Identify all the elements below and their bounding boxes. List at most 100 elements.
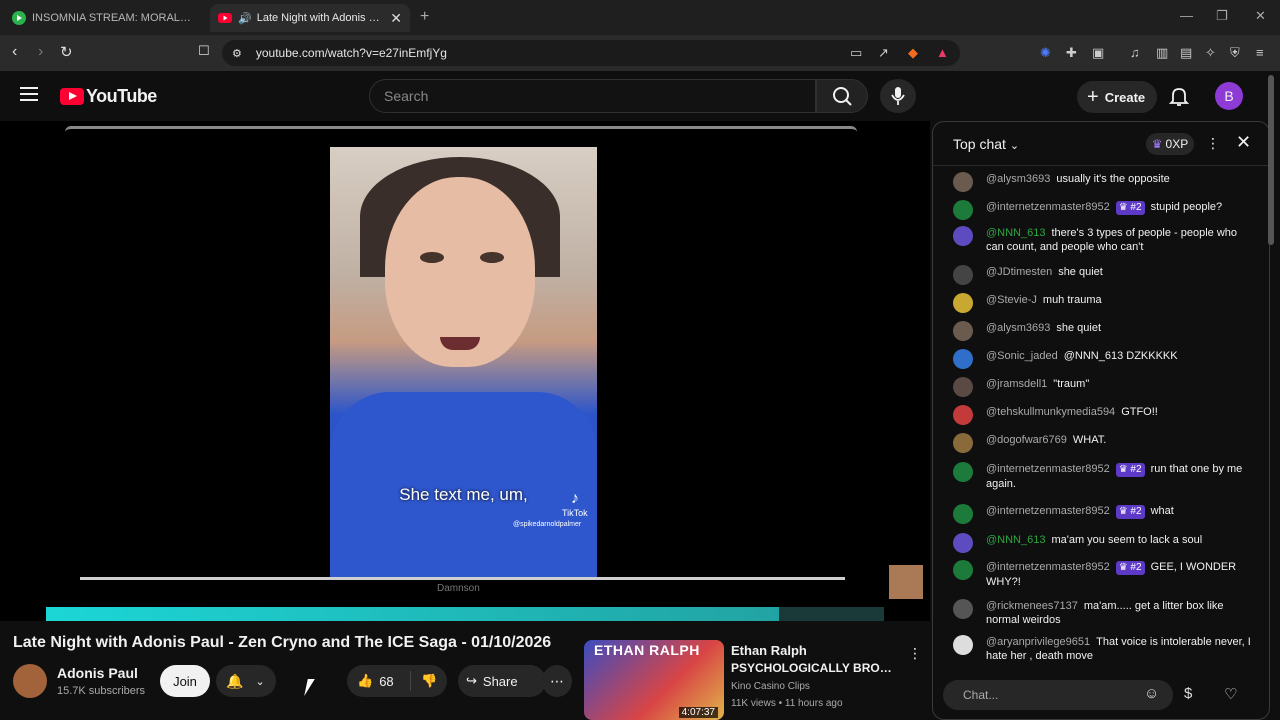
chat-message[interactable]: @NNN_613 there's 3 types of people - peop… bbox=[953, 226, 1253, 254]
chat-message[interactable]: @JDtimesten she quiet bbox=[953, 265, 1253, 285]
chat-author-name[interactable]: @NNN_613 bbox=[986, 534, 1045, 546]
chat-author-name[interactable]: @Sonic_jaded bbox=[986, 350, 1058, 362]
cast-icon[interactable]: ▭ bbox=[850, 45, 862, 61]
chat-author-name[interactable]: @NNN_613 bbox=[986, 227, 1045, 239]
chat-message[interactable]: @internetzenmaster8952 ♛ #2 run that one b… bbox=[953, 462, 1253, 491]
chat-message[interactable]: @jramsdell1 "traum" bbox=[953, 377, 1253, 397]
recommended-more-icon[interactable]: ⋮ bbox=[908, 645, 922, 662]
chat-author-name[interactable]: @internetzenmaster8952 bbox=[986, 463, 1110, 475]
chat-author-name[interactable]: @aryanprivilege9651 bbox=[986, 636, 1090, 648]
chat-author-avatar[interactable] bbox=[953, 377, 973, 397]
chat-author-name[interactable]: @dogofwar6769 bbox=[986, 434, 1067, 446]
chat-message[interactable]: @NNN_613 ma'am you seem to lack a soul bbox=[953, 533, 1253, 553]
chat-message[interactable]: @Sonic_jaded @NNN_613 DZKKKKK bbox=[953, 349, 1253, 369]
close-tab-icon[interactable]: ✕ bbox=[390, 10, 402, 27]
share-button[interactable]: ↪ Share bbox=[458, 665, 546, 697]
chat-author-avatar[interactable] bbox=[953, 321, 973, 341]
bookmark-icon[interactable]: ☐ bbox=[198, 43, 210, 59]
video-player[interactable]: She text me, um, ♪ TikTok @spikedarnoldp… bbox=[0, 121, 930, 621]
maximize-icon[interactable]: ❐ bbox=[1216, 8, 1228, 24]
recommended-thumbnail[interactable]: ETHAN RALPH 4:07:37 bbox=[584, 640, 724, 720]
brave-rewards-icon[interactable]: ▲ bbox=[936, 45, 949, 60]
chat-scrollbar[interactable] bbox=[1268, 75, 1274, 245]
new-tab-button[interactable]: + bbox=[420, 8, 429, 26]
forward-icon[interactable]: › bbox=[38, 43, 43, 61]
speaker-icon[interactable]: 🔊 bbox=[238, 12, 252, 25]
chat-author-avatar[interactable] bbox=[953, 462, 973, 482]
chat-author-avatar[interactable] bbox=[953, 172, 973, 192]
recommended-title[interactable]: PSYCHOLOGICALLY BROKEN ... bbox=[731, 661, 899, 675]
subscription-bell-button[interactable]: 🔔 ⌄ bbox=[216, 665, 276, 697]
back-icon[interactable]: ‹ bbox=[12, 43, 17, 61]
search-input[interactable]: Search bbox=[369, 79, 816, 113]
tab-late-night[interactable]: 🔊 Late Night with Adonis Paul - ✕ bbox=[210, 4, 410, 32]
create-button[interactable]: + Create bbox=[1077, 81, 1157, 113]
more-actions-icon[interactable]: ⋯ bbox=[542, 665, 572, 697]
chat-author-name[interactable]: @tehskullmunkymedia594 bbox=[986, 406, 1115, 418]
chat-author-name[interactable]: @jramsdell1 bbox=[986, 378, 1047, 390]
chat-author-avatar[interactable] bbox=[953, 599, 973, 619]
progress-fill[interactable] bbox=[46, 607, 779, 621]
brave-shield-icon[interactable]: ◆ bbox=[908, 45, 918, 61]
minimize-icon[interactable]: — bbox=[1180, 8, 1193, 23]
leo-icon[interactable]: ✧ bbox=[1205, 45, 1216, 61]
chat-author-name[interactable]: @JDtimesten bbox=[986, 266, 1052, 278]
dislike-button[interactable]: 👎 bbox=[411, 673, 437, 689]
extension-icon[interactable]: ✺ bbox=[1040, 45, 1051, 61]
emoji-icon[interactable]: ☺ bbox=[1144, 685, 1159, 702]
chat-author-avatar[interactable] bbox=[953, 635, 973, 655]
reload-icon[interactable]: ↻ bbox=[60, 43, 73, 61]
share-page-icon[interactable]: ↗ bbox=[878, 45, 889, 61]
chat-author-avatar[interactable] bbox=[953, 349, 973, 369]
channel-avatar[interactable] bbox=[13, 664, 47, 698]
guide-menu-icon[interactable] bbox=[20, 87, 38, 101]
recommended-channel[interactable]: Ethan Ralph bbox=[731, 643, 807, 658]
chat-message[interactable]: @tehskullmunkymedia594 GTFO!! bbox=[953, 405, 1253, 425]
vpn-icon[interactable]: ⛨ bbox=[1230, 45, 1240, 61]
chat-message[interactable]: @internetzenmaster8952 ♛ #2 stupid people? bbox=[953, 200, 1253, 220]
chat-author-name[interactable]: @internetzenmaster8952 bbox=[986, 505, 1110, 517]
site-info-icon[interactable]: ⚙ bbox=[232, 47, 242, 60]
channel-name[interactable]: Adonis Paul bbox=[57, 665, 138, 681]
chat-message[interactable]: @alysm3693 she quiet bbox=[953, 321, 1253, 341]
chat-author-avatar[interactable] bbox=[953, 405, 973, 425]
music-icon[interactable]: ♫ bbox=[1130, 45, 1140, 60]
tab-manager-icon[interactable]: ▣ bbox=[1092, 45, 1104, 61]
account-avatar[interactable]: B bbox=[1215, 82, 1243, 110]
puzzle-icon[interactable]: ✚ bbox=[1066, 45, 1077, 61]
super-chat-icon[interactable]: $ bbox=[1184, 685, 1192, 702]
chat-author-name[interactable]: @Stevie-J bbox=[986, 294, 1037, 306]
chat-message[interactable]: @aryanprivilege9651 That voice is intoler… bbox=[953, 635, 1253, 663]
menu-icon[interactable]: ≡ bbox=[1256, 45, 1264, 60]
notifications-bell-icon[interactable] bbox=[1168, 85, 1190, 107]
heart-icon[interactable]: ♡ bbox=[1224, 685, 1237, 703]
chat-message[interactable]: @rickmenees7137 ma'am..... get a litter b… bbox=[953, 599, 1253, 627]
chat-author-avatar[interactable] bbox=[953, 504, 973, 524]
chat-author-avatar[interactable] bbox=[953, 533, 973, 553]
chat-author-avatar[interactable] bbox=[953, 560, 973, 580]
chat-author-avatar[interactable] bbox=[953, 433, 973, 453]
chat-author-avatar[interactable] bbox=[953, 265, 973, 285]
chat-author-name[interactable]: @rickmenees7137 bbox=[986, 600, 1078, 612]
chat-message[interactable]: @dogofwar6769 WHAT. bbox=[953, 433, 1253, 453]
chat-author-name[interactable]: @internetzenmaster8952 bbox=[986, 561, 1110, 573]
wallet-icon[interactable]: ▤ bbox=[1180, 45, 1192, 61]
like-button[interactable]: 👍 68 bbox=[347, 671, 411, 691]
chat-message[interactable]: @alysm3693 usually it's the opposite bbox=[953, 172, 1253, 192]
chat-close-icon[interactable]: ✕ bbox=[1236, 132, 1251, 153]
voice-search-button[interactable] bbox=[880, 79, 916, 113]
search-button[interactable] bbox=[816, 79, 868, 113]
chat-author-name[interactable]: @alysm3693 bbox=[986, 322, 1050, 334]
chat-input[interactable]: Chat... bbox=[943, 680, 1173, 710]
chat-message[interactable]: @internetzenmaster8952 ♛ #2 what bbox=[953, 504, 1253, 524]
tab-insomnia-stream[interactable]: INSOMNIA STREAM: MORALFAG ED bbox=[4, 4, 204, 32]
chat-author-name[interactable]: @internetzenmaster8952 bbox=[986, 201, 1110, 213]
close-window-icon[interactable]: ✕ bbox=[1255, 8, 1266, 24]
join-button[interactable]: Join bbox=[160, 665, 210, 697]
xp-badge[interactable]: ♛ 0XP bbox=[1146, 133, 1194, 155]
chat-message[interactable]: @Stevie-J muh trauma bbox=[953, 293, 1253, 313]
youtube-logo[interactable]: YouTube bbox=[60, 86, 157, 107]
chat-author-name[interactable]: @alysm3693 bbox=[986, 173, 1050, 185]
chat-author-avatar[interactable] bbox=[953, 200, 973, 220]
chat-author-avatar[interactable] bbox=[953, 293, 973, 313]
